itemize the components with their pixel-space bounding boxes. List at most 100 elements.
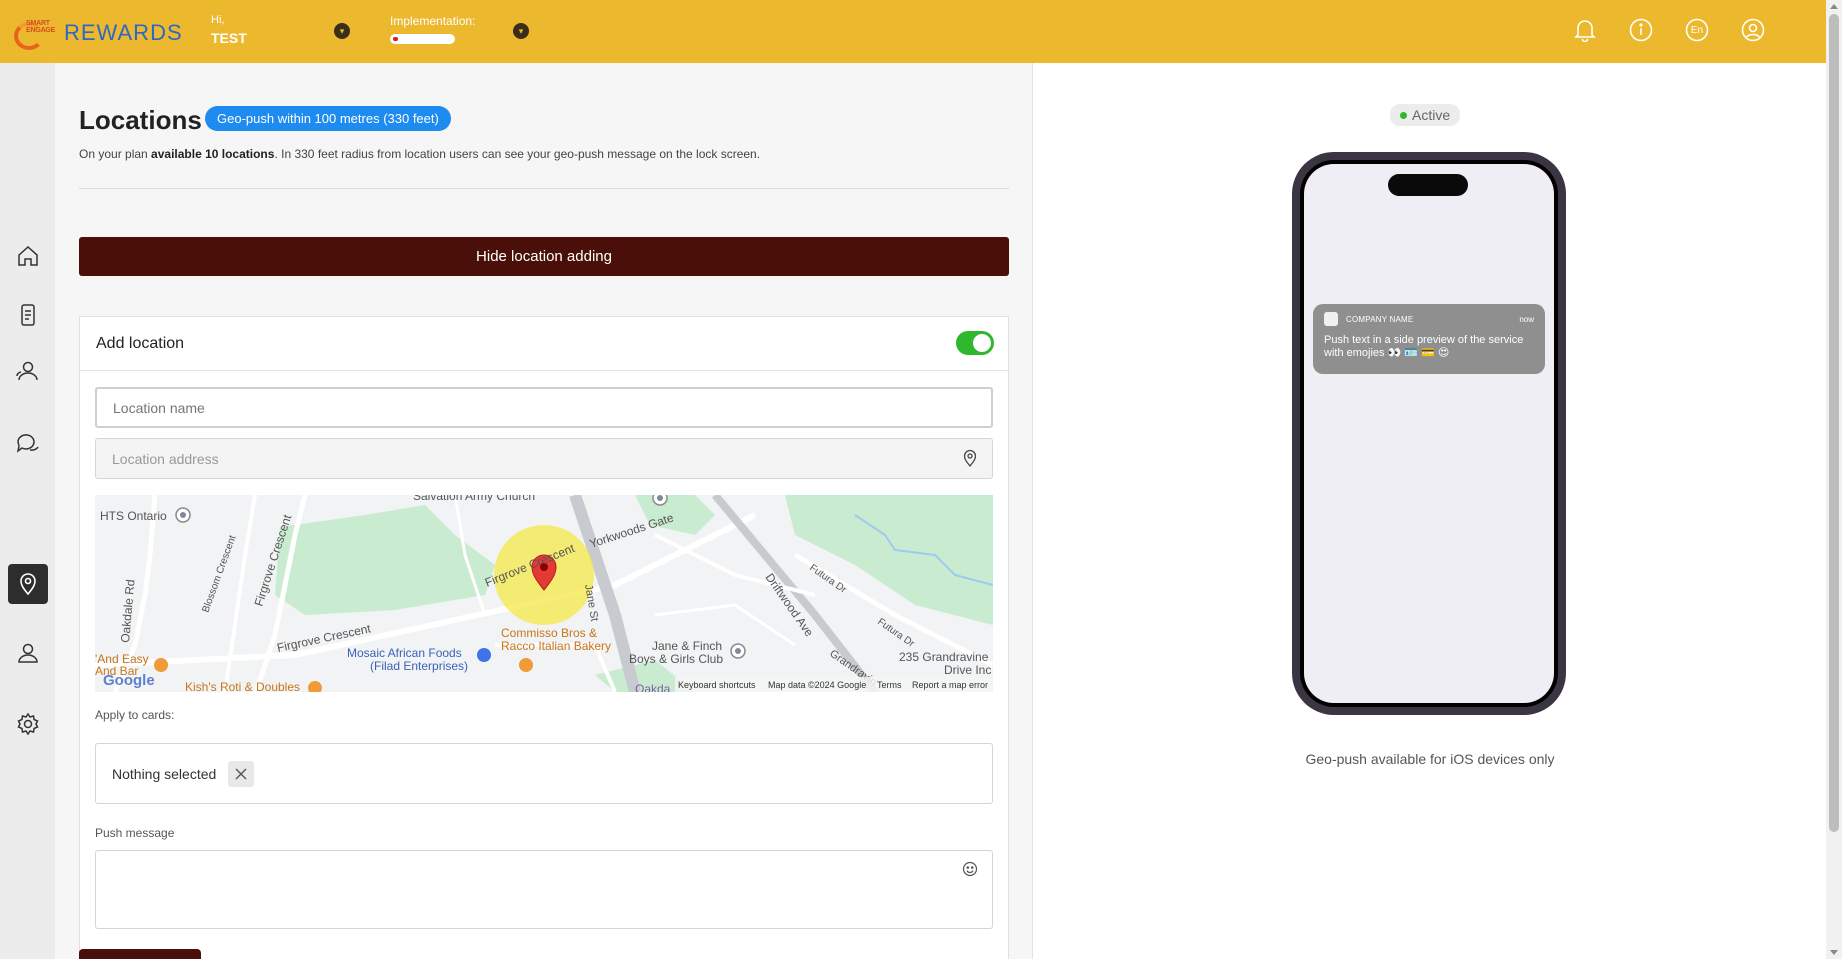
language-button[interactable]: En xyxy=(1684,17,1710,43)
map-label: Jane & Finch xyxy=(652,639,722,653)
user-circle-icon xyxy=(1741,18,1765,42)
notification-text: Push text in a side preview of the servi… xyxy=(1324,334,1524,359)
add-location-toggle[interactable] xyxy=(956,331,994,355)
info-button[interactable] xyxy=(1628,17,1654,43)
implementation-label: Implementation: xyxy=(390,14,476,28)
main-panel: Locations Geo-push within 100 metres (33… xyxy=(55,63,1033,959)
map-label: Boys & Girls Club xyxy=(629,652,723,666)
chevron-down-icon: ▾ xyxy=(518,25,524,36)
sidebar-item-messages[interactable] xyxy=(8,423,48,463)
gear-icon xyxy=(17,712,39,736)
home-icon xyxy=(18,245,38,266)
smiley-icon xyxy=(962,861,978,877)
clear-cards-button[interactable] xyxy=(228,760,255,787)
logo-tiny-text: SMART ENGAGE xyxy=(26,20,56,34)
user-name: TEST xyxy=(211,30,247,46)
address-pin-button[interactable] xyxy=(962,449,978,467)
implementation-dropdown[interactable]: ▾ xyxy=(513,23,529,39)
logo-text: REWARDS xyxy=(64,20,183,45)
add-location-title: Add location xyxy=(96,334,185,352)
push-notification-preview: COMPANY NAME now Push text in a side pre… xyxy=(1313,304,1545,374)
sidebar-item-clients[interactable] xyxy=(8,351,48,391)
plan-locations-count: available 10 locations xyxy=(151,147,275,161)
sidebar-item-locations[interactable] xyxy=(8,564,48,604)
map-label: Racco Italian Bakery xyxy=(501,639,611,653)
divider xyxy=(79,188,1009,189)
page-scrollbar[interactable] xyxy=(1826,0,1842,959)
location-pin-icon xyxy=(963,449,977,467)
plan-description: On your plan available 10 locations. In … xyxy=(79,147,760,161)
implementation-bar xyxy=(390,34,455,44)
map-label: Drive Inc xyxy=(944,663,991,677)
bell-icon xyxy=(1574,20,1596,42)
location-name-input[interactable] xyxy=(95,387,993,428)
sidebar-item-managers[interactable] xyxy=(8,633,48,673)
user-greeting: Hi, TEST xyxy=(211,14,247,46)
push-message-label: Push message xyxy=(95,826,175,840)
location-address-placeholder: Location address xyxy=(112,450,219,467)
profile-button[interactable] xyxy=(1740,17,1766,43)
plan-prefix: On your plan xyxy=(79,147,152,161)
scroll-up-arrow[interactable] xyxy=(1830,4,1838,9)
map-keyboard-shortcuts[interactable]: Keyboard shortcuts xyxy=(678,680,756,690)
emoji-picker-button[interactable] xyxy=(962,861,978,877)
sidebar-item-cards[interactable] xyxy=(8,295,48,335)
greeting-text: Hi, xyxy=(211,14,225,26)
map-label: (Filad Enterprises) xyxy=(370,659,468,673)
map-label: Oakda xyxy=(635,682,671,692)
apply-to-cards-label: Apply to cards: xyxy=(95,708,175,722)
chat-icon xyxy=(16,434,39,453)
location-address-field[interactable]: Location address xyxy=(95,438,993,479)
phone-card-icon xyxy=(21,304,35,326)
phone-screen: COMPANY NAME now Push text in a side pre… xyxy=(1304,164,1554,703)
map-report-error-link[interactable]: Report a map error xyxy=(912,680,988,690)
scroll-down-arrow[interactable] xyxy=(1830,950,1838,955)
hide-location-adding-button[interactable]: Hide location adding xyxy=(79,237,1009,276)
add-location-header: Add location xyxy=(80,317,1008,371)
implementation-bar-fill xyxy=(393,37,398,41)
preview-panel: Active COMPANY NAME now Push text in a s… xyxy=(1034,63,1826,959)
map-label: Commisso Bros & xyxy=(501,626,597,640)
user-menu-dropdown[interactable]: ▾ xyxy=(334,23,350,39)
app-icon xyxy=(1324,312,1338,326)
cards-select-value: Nothing selected xyxy=(112,765,217,782)
map-terms-link[interactable]: Terms xyxy=(877,680,902,690)
notifications-button[interactable] xyxy=(1572,17,1598,43)
status-badge: Active xyxy=(1390,104,1461,126)
sidebar xyxy=(0,63,55,959)
logo-mark: SMART ENGAGE xyxy=(14,16,56,50)
users-icon xyxy=(16,361,38,381)
map-canvas: HTS Ontario Salvation Army Church Yorkwo… xyxy=(95,495,993,692)
google-logo: Google xyxy=(103,672,155,689)
location-map[interactable]: HTS Ontario Salvation Army Church Yorkwo… xyxy=(95,495,993,692)
geo-push-badge: Geo-push within 100 metres (330 feet) xyxy=(205,106,451,131)
phone-preview: COMPANY NAME now Push text in a side pre… xyxy=(1292,152,1566,715)
dynamic-island xyxy=(1388,174,1468,196)
scroll-thumb[interactable] xyxy=(1829,14,1839,832)
cards-select[interactable]: Nothing selected xyxy=(95,743,993,804)
plan-suffix: . In 330 feet radius from location users… xyxy=(274,147,761,161)
info-icon xyxy=(1629,18,1653,42)
close-icon xyxy=(235,768,247,779)
implementation-progress: Implementation: xyxy=(390,14,475,44)
map-label: Mosaic African Foods xyxy=(347,646,462,660)
map-data-credit: Map data ©2024 Google xyxy=(768,680,866,690)
map-label: Salvation Army Church xyxy=(413,495,535,503)
logo[interactable]: SMART ENGAGE REWARDS xyxy=(14,16,183,50)
push-message-input[interactable] xyxy=(95,850,993,929)
map-label: 235 Grandravine xyxy=(899,650,989,664)
sidebar-item-settings[interactable] xyxy=(8,704,48,744)
language-code: En xyxy=(1690,24,1704,36)
top-icons: En xyxy=(1572,17,1766,43)
top-bar: SMART ENGAGE REWARDS Hi, TEST ▾ Implemen… xyxy=(0,0,1826,63)
page-title: Locations xyxy=(79,105,202,135)
notification-app-name: COMPANY NAME xyxy=(1346,314,1414,324)
save-location-button[interactable] xyxy=(79,949,201,959)
notification-time: now xyxy=(1519,314,1534,324)
ios-only-note: Geo-push available for iOS devices only xyxy=(1305,751,1555,767)
map-label: Kish's Roti & Doubles xyxy=(185,680,300,692)
sidebar-item-home[interactable] xyxy=(8,236,48,276)
location-pin-icon xyxy=(20,573,36,596)
user-icon xyxy=(18,643,38,663)
map-label: HTS Ontario xyxy=(100,509,167,523)
